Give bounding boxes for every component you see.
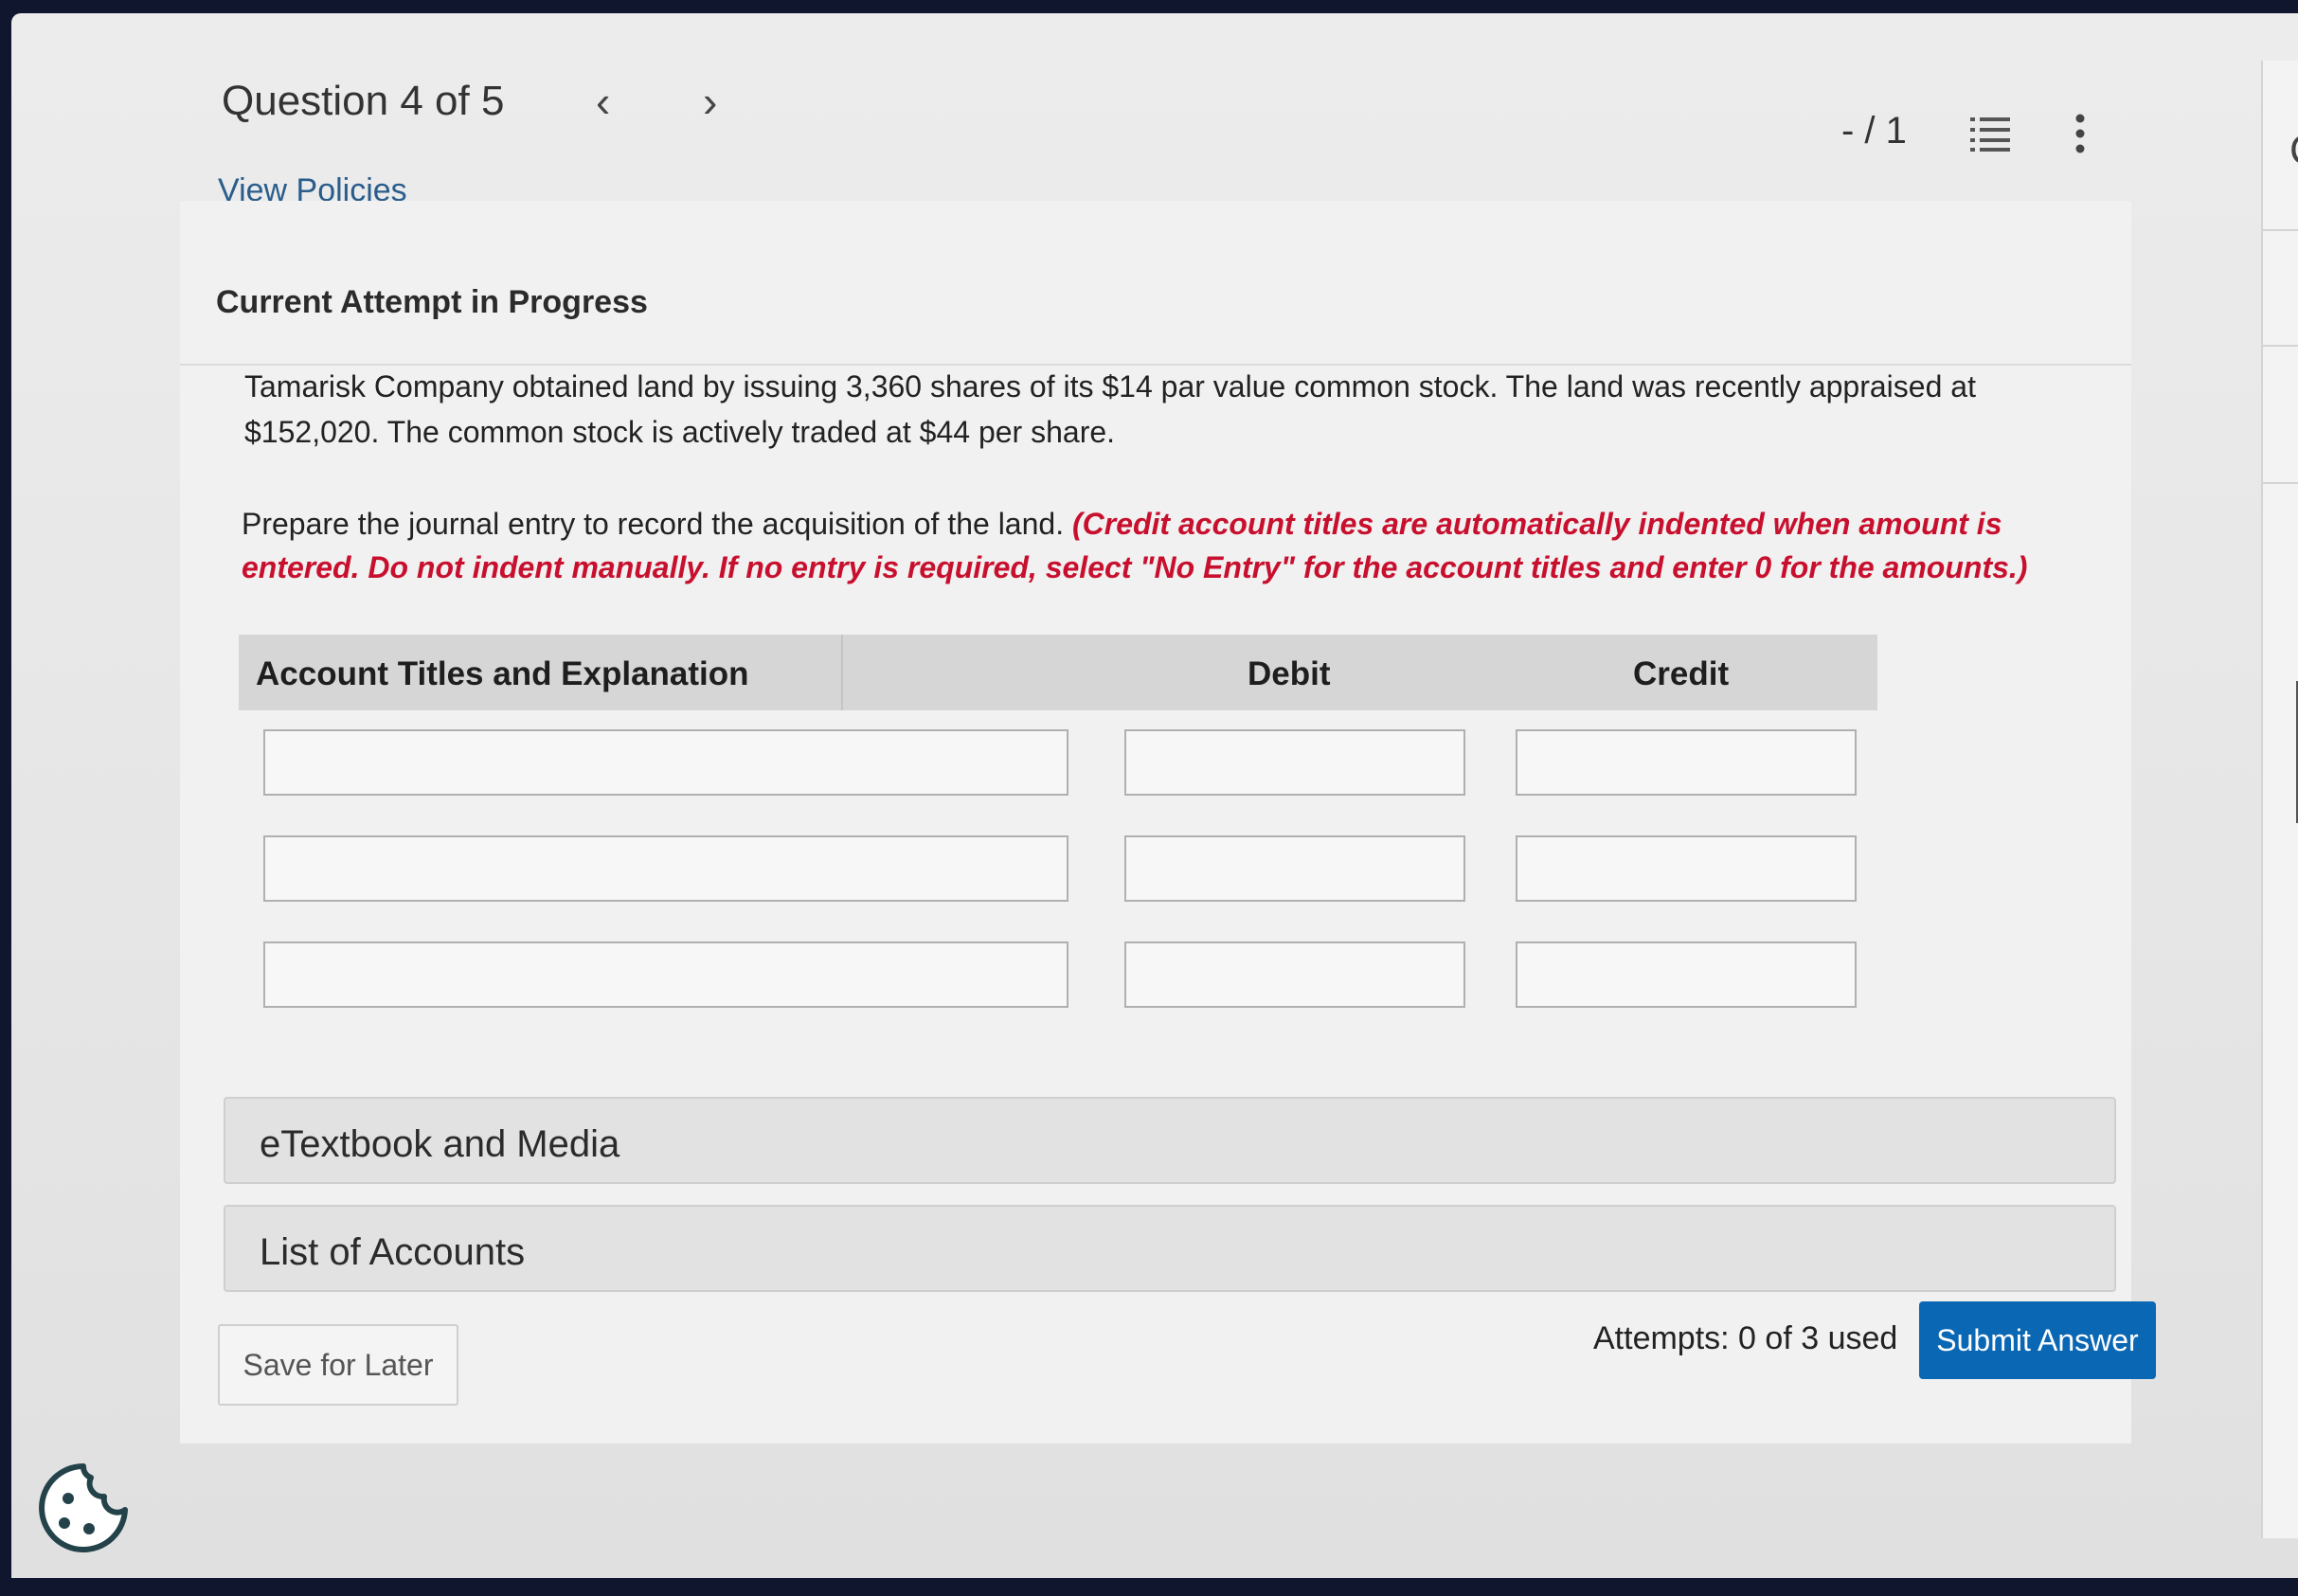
cookie-icon[interactable] [36, 1461, 131, 1555]
account-title-input[interactable] [263, 941, 1068, 1008]
credit-input[interactable] [1516, 729, 1857, 796]
etextbook-media-label: eTextbook and Media [260, 1123, 620, 1165]
next-question-button[interactable]: › [703, 76, 717, 127]
debit-input[interactable] [1124, 941, 1465, 1008]
debit-input[interactable] [1124, 835, 1465, 902]
question-card: Current Attempt in Progress Tamarisk Com… [180, 201, 2156, 1444]
submit-answer-button[interactable]: Submit Answer [1919, 1301, 2156, 1379]
account-title-input[interactable] [263, 835, 1068, 902]
panel-divider [2263, 345, 2298, 347]
credit-input[interactable] [1516, 941, 1857, 1008]
journal-row [239, 835, 1877, 902]
instruction-text: Prepare the journal entry to record the … [242, 502, 2098, 589]
problem-text: Tamarisk Company obtained land by issuin… [244, 369, 1976, 449]
panel-divider [2263, 482, 2298, 484]
column-header-account: Account Titles and Explanation [256, 655, 749, 692]
journal-entry-table: Account Titles and Explanation Debit Cre… [239, 635, 1877, 1008]
journal-table-header: Account Titles and Explanation Debit Cre… [239, 635, 1877, 710]
debit-input[interactable] [1124, 729, 1465, 796]
header-divider [841, 635, 843, 710]
list-of-accounts-label: List of Accounts [260, 1231, 526, 1273]
screen: Question 4 of 5 ‹ › View Policies - / 1 … [11, 13, 2298, 1578]
etextbook-media-accordion[interactable]: eTextbook and Media [224, 1097, 2116, 1184]
panel-divider [2263, 229, 2298, 231]
column-header-credit: Credit [1633, 655, 1730, 692]
list-icon[interactable] [1970, 116, 2010, 153]
right-side-panel: C C A [2261, 61, 2298, 1538]
credit-input[interactable] [1516, 835, 1857, 902]
panel-glyph: C [2289, 127, 2298, 174]
score-display: - / 1 [1841, 110, 1907, 152]
instruction-main: Prepare the journal entry to record the … [242, 507, 1065, 541]
list-of-accounts-accordion[interactable]: List of Accounts [224, 1205, 2116, 1292]
attempt-heading: Current Attempt in Progress [216, 284, 648, 320]
attempts-counter: Attempts: 0 of 3 used [1593, 1320, 1898, 1356]
journal-row [239, 729, 1877, 796]
account-title-input[interactable] [263, 729, 1068, 796]
journal-row [239, 941, 1877, 1008]
question-counter: Question 4 of 5 [222, 78, 505, 124]
vertical-ellipsis-icon[interactable] [2073, 114, 2088, 153]
column-header-debit: Debit [1248, 655, 1331, 692]
previous-question-button[interactable]: ‹ [596, 76, 610, 127]
save-for-later-button[interactable]: Save for Later [218, 1324, 458, 1406]
